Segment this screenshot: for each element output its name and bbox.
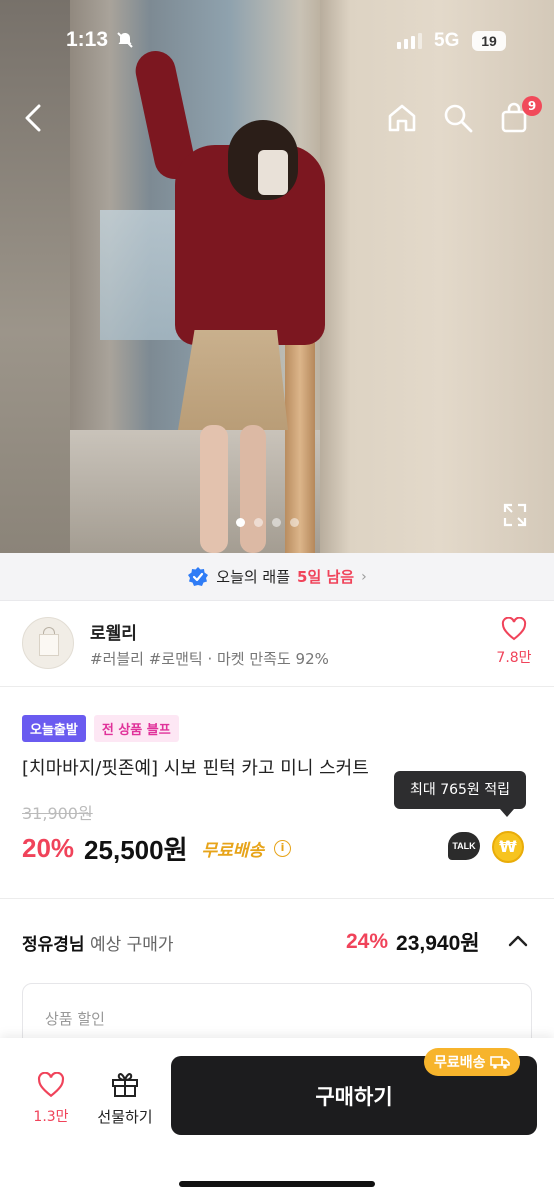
status-bar: 1:13 5G 19 <box>0 0 554 84</box>
home-indicator <box>179 1181 375 1187</box>
shop-info-row[interactable]: 로웰리 #러블리 #로맨틱 · 마켓 만족도 92% 7.8만 <box>0 601 554 687</box>
points-tooltip: 최대 765원 적립 <box>394 771 526 817</box>
price-row: 20% 25,500원 무료배송 i <box>22 830 292 867</box>
member-price-label: 정유경님 예상 구매가 <box>22 930 174 955</box>
chevron-left-icon <box>25 104 41 132</box>
truck-icon <box>489 1056 510 1069</box>
gift-label: 선물하기 <box>97 1108 153 1126</box>
shop-like-count: 7.8만 <box>496 650 532 666</box>
original-price: 31,900원 <box>22 804 93 823</box>
free-shipping-chip: 무료배송 <box>424 1048 520 1076</box>
free-shipping-label: 무료배송 <box>201 841 265 861</box>
discount-rate: 20% <box>22 833 75 863</box>
gift-icon <box>112 1073 138 1097</box>
sale-price: 25,500원 <box>84 835 188 865</box>
silent-bell-icon <box>115 30 135 55</box>
tote-bag-icon <box>39 634 59 656</box>
search-icon <box>444 104 473 133</box>
carousel-indicator[interactable] <box>236 518 299 527</box>
raffle-remaining: 5일 남음 <box>297 568 355 586</box>
bottom-action-bar: 1.3만 선물하기 구매하기 무료배송 <box>0 1038 554 1200</box>
member-discount-rate: 24% <box>346 930 389 953</box>
sale-event-badge: 전 상품 블프 <box>93 715 179 742</box>
cell-signal-icon <box>397 33 422 49</box>
member-expected-price: 23,940원 <box>396 932 480 955</box>
carousel-dot[interactable] <box>236 518 245 527</box>
carousel-dot[interactable] <box>254 518 263 527</box>
heart-icon <box>501 616 527 641</box>
status-time: 1:13 <box>66 28 109 51</box>
info-icon[interactable]: i <box>274 840 292 857</box>
kakao-talk-button[interactable]: TALK <box>448 832 480 860</box>
home-button[interactable] <box>380 96 424 140</box>
home-icon <box>388 104 416 132</box>
heart-icon <box>37 1071 65 1098</box>
like-button[interactable]: 1.3만 <box>22 1071 80 1126</box>
image-model-skirt <box>178 330 288 430</box>
raffle-label: 오늘의 래플 <box>216 568 291 586</box>
product-title: [치마바지/핏존예] 시보 핀턱 카고 미니 스커트 <box>22 758 369 779</box>
network-type: 5G <box>434 30 460 51</box>
raffle-banner[interactable]: 오늘의 래플 5일 남음 › <box>0 553 554 601</box>
expand-image-button[interactable] <box>502 502 528 528</box>
member-name: 정유경님 <box>22 935 85 955</box>
section-divider <box>0 898 554 899</box>
gift-button[interactable]: 선물하기 <box>90 1070 160 1127</box>
search-button[interactable] <box>436 96 480 140</box>
chevron-right-icon: › <box>361 568 367 585</box>
image-model-phone <box>258 150 288 195</box>
collapse-button[interactable] <box>507 930 529 952</box>
cart-count-badge: 9 <box>522 96 542 116</box>
free-shipping-chip-label: 무료배송 <box>434 1055 486 1071</box>
member-price: 24% 23,940원 <box>346 927 480 957</box>
product-badges: 오늘출발 전 상품 블프 <box>22 715 179 742</box>
today-ship-badge: 오늘출발 <box>22 715 86 742</box>
image-model-leg <box>200 425 228 553</box>
member-price-caption: 예상 구매가 <box>89 935 174 955</box>
carousel-dot[interactable] <box>272 518 281 527</box>
image-model-leg <box>240 425 266 553</box>
verified-badge-icon <box>188 566 209 586</box>
shop-like-button[interactable]: 7.8만 <box>494 616 534 667</box>
chevron-up-icon <box>508 935 528 947</box>
expand-icon <box>503 503 527 527</box>
carousel-dot[interactable] <box>290 518 299 527</box>
battery-icon: 19 <box>472 31 506 51</box>
image-bg-floor <box>70 430 320 553</box>
shop-tags: #러블리 #로맨틱 · 마켓 만족도 92% <box>90 650 329 668</box>
like-count: 1.3만 <box>33 1109 69 1125</box>
shop-logo[interactable] <box>22 617 74 669</box>
back-button[interactable] <box>12 96 56 140</box>
product-discount-label: 상품 할인 <box>45 1010 105 1028</box>
shop-name[interactable]: 로웰리 <box>90 619 137 644</box>
points-coin-icon[interactable]: ₩ <box>492 831 524 863</box>
